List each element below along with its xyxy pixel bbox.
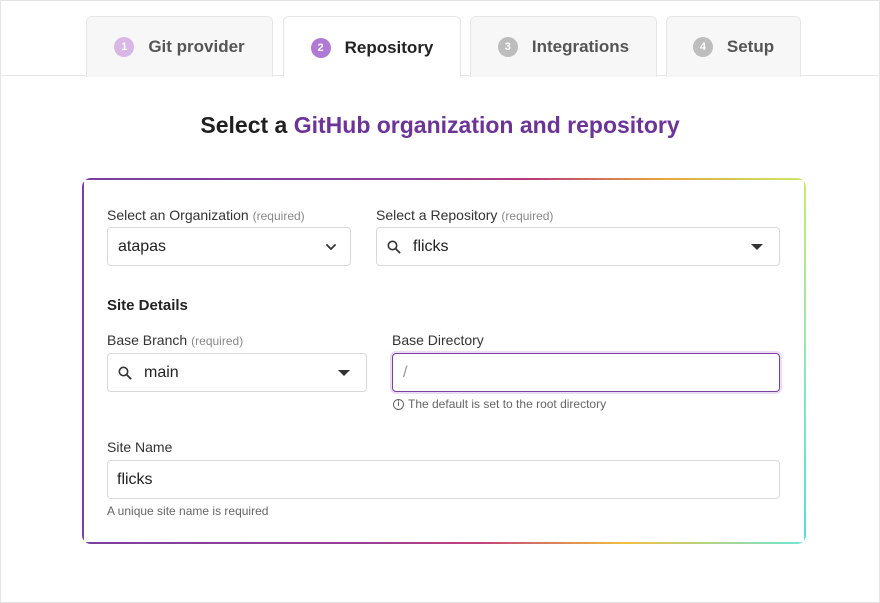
step-number-4: 4 (692, 37, 713, 57)
caret-down-icon (338, 369, 350, 376)
required-note: (required) (252, 209, 305, 223)
page-title-accent: GitHub organization and repository (293, 112, 680, 138)
tab-label: Setup (726, 37, 775, 56)
tab-repository[interactable]: 2 Repository (283, 16, 461, 78)
repository-form: Select an Organization (required) atapas … (84, 180, 804, 542)
repository-label-text: Select a Repository (376, 207, 498, 223)
repository-label: Select a Repository (required) (376, 207, 553, 223)
base-branch-value: main (144, 363, 179, 381)
base-directory-input[interactable] (393, 354, 779, 391)
base-branch-label: Base Branch (required) (107, 332, 243, 348)
caret-down-icon (751, 243, 763, 250)
organization-select[interactable]: atapas (107, 227, 351, 266)
tab-integrations[interactable]: 3 Integrations (470, 16, 657, 77)
organization-label-text: Select an Organization (107, 207, 249, 223)
repository-value: flicks (413, 237, 449, 255)
chevron-down-icon (326, 243, 336, 250)
base-branch-label-text: Base Branch (107, 332, 188, 348)
step-number-1: 1 (114, 37, 135, 57)
site-details-heading: Site Details (107, 297, 188, 314)
required-note: (required) (191, 334, 244, 348)
base-directory-help: i The default is set to the root directo… (393, 397, 606, 411)
base-directory-label: Base Directory (392, 332, 484, 348)
search-icon (387, 240, 401, 253)
search-icon (118, 366, 132, 379)
base-branch-select[interactable]: main (107, 353, 367, 392)
step-number-2: 2 (310, 37, 331, 58)
tab-label: Integrations (531, 37, 630, 56)
organization-value: atapas (118, 237, 167, 255)
tab-setup[interactable]: 4 Setup (666, 16, 801, 77)
organization-label: Select an Organization (required) (107, 207, 305, 223)
site-name-label: Site Name (107, 439, 173, 455)
tab-label: Repository (344, 37, 434, 57)
required-note: (required) (501, 209, 554, 223)
tab-label: Git provider (148, 37, 245, 56)
page-title-prefix: Select a (200, 112, 294, 138)
base-directory-help-text: The default is set to the root directory (408, 397, 607, 411)
site-name-input[interactable] (108, 461, 779, 498)
tab-git-provider[interactable]: 1 Git provider (86, 16, 273, 77)
info-icon: i (393, 398, 404, 410)
step-number-3: 3 (497, 37, 518, 57)
site-name-field[interactable] (107, 460, 780, 499)
site-name-help: A unique site name is required (107, 504, 269, 518)
step-tabs: 1 Git provider 2 Repository 3 Integratio… (0, 0, 880, 78)
repository-select[interactable]: flicks (376, 227, 780, 266)
repository-card: Select an Organization (required) atapas … (82, 178, 806, 544)
page-title: Select a GitHub organization and reposit… (0, 112, 880, 139)
base-directory-field[interactable] (392, 353, 780, 392)
